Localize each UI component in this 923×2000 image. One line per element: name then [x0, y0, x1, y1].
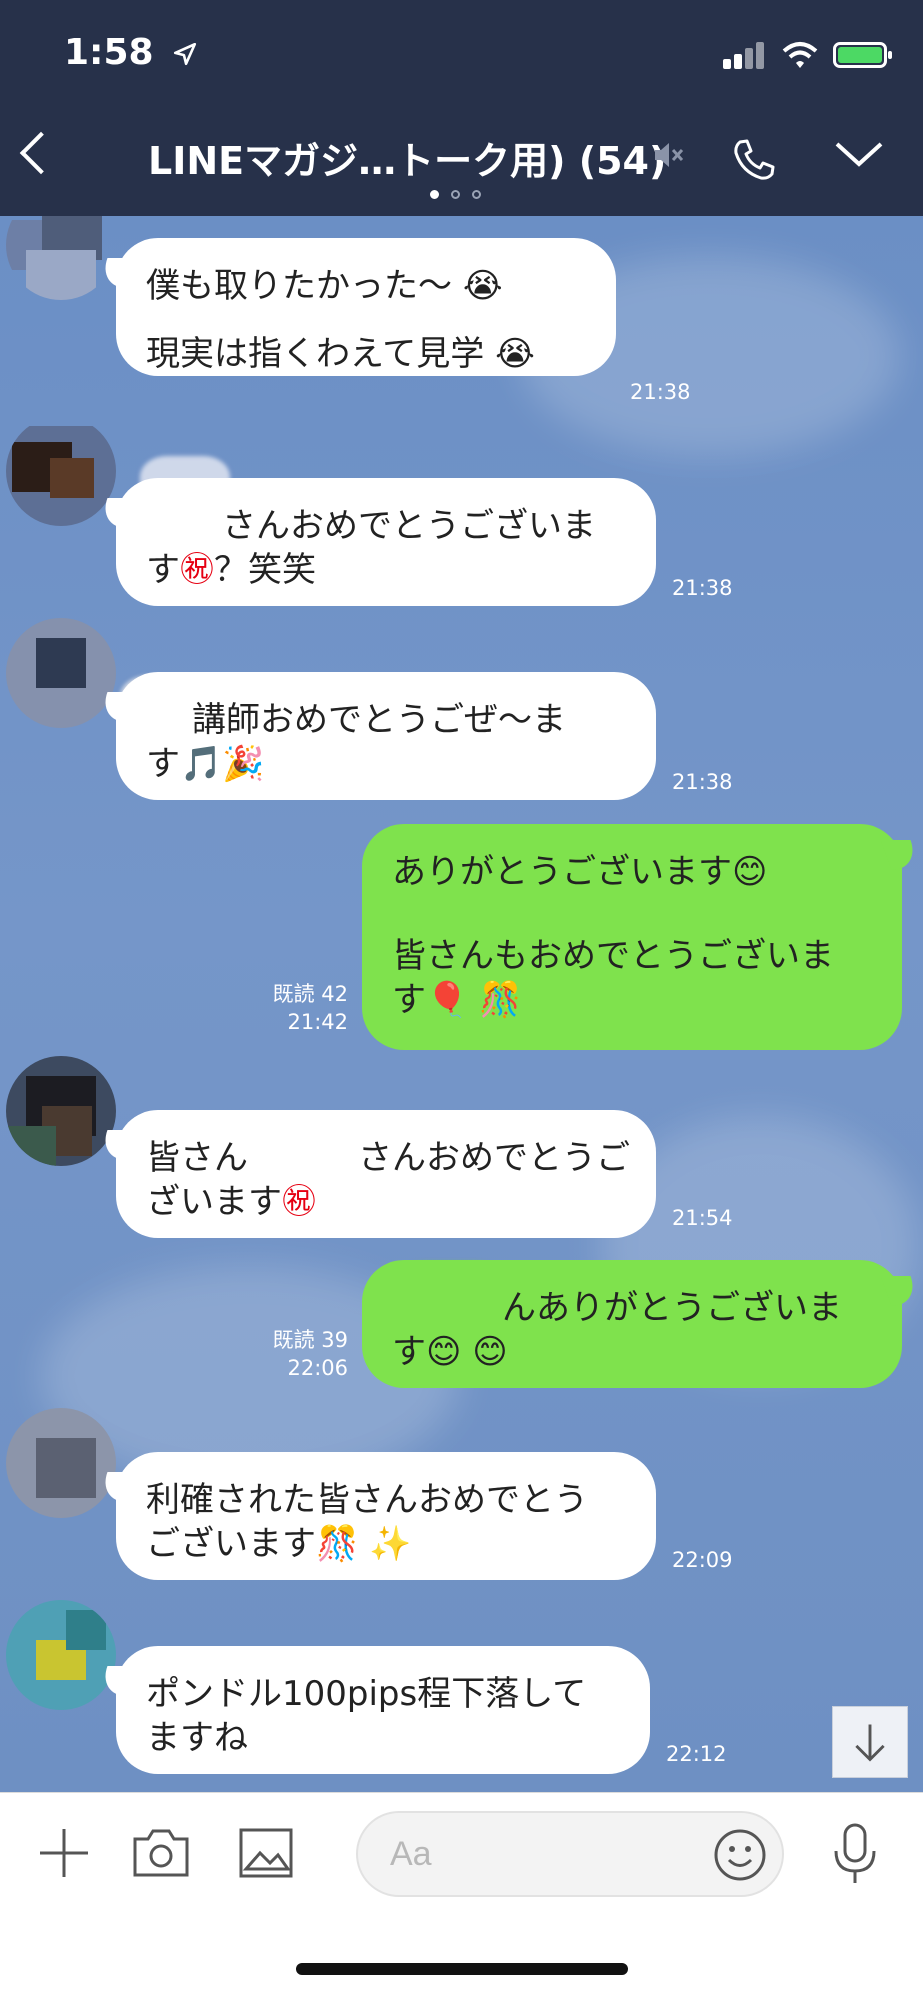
home-indicator: [296, 1963, 628, 1975]
location-arrow-icon: [174, 42, 197, 66]
message-text: 利確された皆さんおめでとう: [146, 1480, 588, 1520]
celebration-emoji: ㊗: [282, 1182, 316, 1222]
message-bubble[interactable]: 講師おめでとうごぜ〜ま す🎵🎉: [116, 672, 656, 800]
mute-icon[interactable]: [652, 140, 684, 170]
smile-emoji: 😊: [426, 1332, 462, 1372]
message-time: 22:06: [287, 1356, 348, 1380]
message-time: 21:38: [672, 770, 733, 794]
phone-icon[interactable]: [730, 136, 778, 184]
status-time: 1:58: [64, 32, 198, 73]
message-text: 講師おめでとうごぜ〜ま: [192, 700, 566, 740]
chat-area[interactable]: 僕も取りたかった〜 😭 現実は指くわえて見学 😭 21:38 さんおめでとうござ…: [0, 216, 923, 1792]
celebration-emoji: ㊗: [180, 550, 214, 590]
avatar[interactable]: [6, 416, 116, 526]
music-emoji: 🎵: [180, 744, 223, 784]
message-text: 皆さんもおめでとうございま: [392, 936, 834, 976]
avatar[interactable]: [6, 1056, 116, 1166]
confetti-emoji: 🎊: [316, 1524, 359, 1564]
wifi-icon: [782, 42, 818, 68]
message-text: す: [146, 550, 180, 590]
smile-emoji: 😊: [732, 852, 768, 892]
message-text: ありがとうございます: [392, 852, 732, 892]
battery-icon: [833, 42, 892, 68]
camera-icon[interactable]: [132, 1825, 190, 1879]
message-text: ？笑笑: [214, 550, 316, 590]
read-receipt: 既読 39: [272, 1328, 348, 1352]
message-input-placeholder: Aa: [390, 1835, 432, 1873]
message-time: 21:54: [672, 1206, 733, 1230]
arrow-down-icon: [855, 1724, 885, 1762]
smile-emoji: 😊: [472, 1332, 508, 1372]
avatar[interactable]: [6, 216, 116, 300]
message-text: さんおめでとうございま: [222, 506, 596, 546]
message-meta: 既読 42 21:42: [266, 980, 348, 1036]
sparkles-emoji: ✨: [369, 1524, 412, 1564]
message-text: す: [146, 744, 180, 784]
chat-header: 1:58 LINEマガジ…トーク用) (54): [0, 0, 923, 216]
page-dot: [451, 190, 460, 199]
mic-icon[interactable]: [830, 1821, 880, 1887]
avatar[interactable]: [6, 618, 116, 728]
message-bubble[interactable]: さんおめでとうございま す㊗？笑笑: [116, 478, 656, 606]
avatar[interactable]: [6, 1408, 116, 1518]
page-indicator: [430, 190, 481, 199]
page-dot: [472, 190, 481, 199]
message-text: 皆さん: [146, 1138, 248, 1178]
image-icon[interactable]: [238, 1827, 294, 1879]
message-text: 現実は指くわえて見学: [146, 334, 485, 374]
message-time: 21:38: [672, 576, 733, 600]
message-text: す: [392, 1332, 426, 1372]
message-text: ますね: [146, 1718, 248, 1758]
page-dot: [430, 190, 439, 199]
read-receipt: 既読 42: [272, 982, 348, 1006]
message-meta: 既読 39 22:06: [266, 1326, 348, 1382]
status-time-text: 1:58: [64, 32, 154, 73]
message-bubble[interactable]: ポンドル100pips程下落して ますね: [116, 1646, 650, 1774]
message-text: さんおめでとうご: [358, 1138, 630, 1178]
back-icon[interactable]: [19, 131, 63, 175]
status-icons: [723, 40, 892, 70]
plus-icon[interactable]: [36, 1825, 92, 1881]
message-bubble[interactable]: 僕も取りたかった〜 😭 現実は指くわえて見学 😭: [116, 238, 616, 376]
message-time: 21:42: [287, 1010, 348, 1034]
emoji-icon[interactable]: [712, 1827, 768, 1883]
message-time: 22:09: [672, 1548, 733, 1572]
message-text: ございます: [146, 1524, 316, 1564]
crying-emoji: 😭: [495, 334, 535, 374]
chat-title[interactable]: LINEマガジ…トーク用) (54): [148, 130, 666, 185]
confetti-emoji: 🎊: [479, 980, 522, 1020]
message-bubble[interactable]: んありがとうございま す😊 😊: [362, 1260, 902, 1388]
party-emoji: 🎉: [222, 744, 265, 784]
message-time: 21:38: [630, 380, 691, 404]
message-time: 22:12: [666, 1742, 727, 1766]
message-bubble[interactable]: 利確された皆さんおめでとう ございます🎊 ✨: [116, 1452, 656, 1580]
avatar[interactable]: [6, 1600, 116, 1710]
chevron-down-icon[interactable]: [834, 138, 884, 168]
message-bubble[interactable]: ありがとうございます😊 皆さんもおめでとうございま す🎈 🎊: [362, 824, 902, 1050]
message-text: す: [392, 980, 426, 1020]
message-bubble[interactable]: 皆さん さんおめでとうご ざいます㊗: [116, 1110, 656, 1238]
message-text: ポンドル100pips程下落して: [146, 1674, 587, 1714]
message-text: ざいます: [146, 1182, 282, 1222]
crying-emoji: 😭: [462, 266, 503, 306]
scroll-to-bottom-button[interactable]: [832, 1706, 908, 1778]
balloon-emoji: 🎈: [426, 980, 469, 1020]
message-text: 僕も取りたかった〜: [146, 266, 452, 306]
signal-icon: [723, 41, 767, 69]
message-input-bar: Aa: [0, 1792, 923, 2000]
message-text: んありがとうございま: [502, 1288, 842, 1328]
